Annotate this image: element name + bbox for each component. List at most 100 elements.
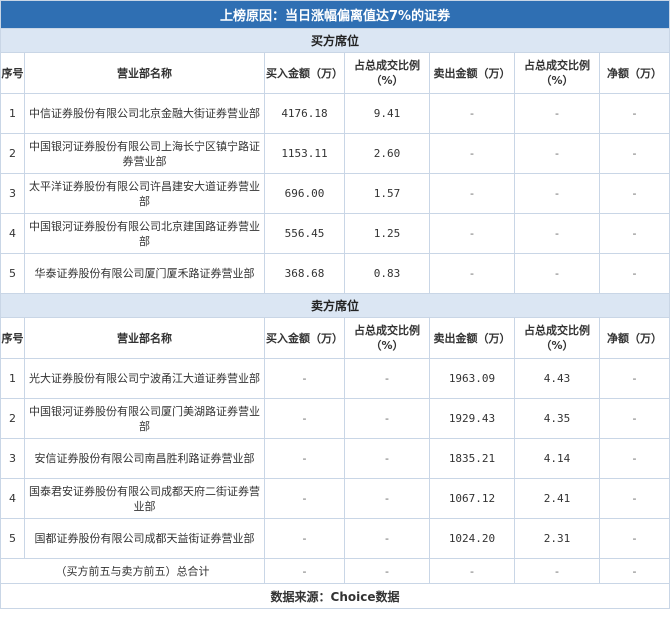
table-row: 4 国泰君安证券股份有限公司成都天府二街证券营业部 - - 1067.12 2.… <box>0 478 670 519</box>
row-sell-amount: - <box>429 133 515 174</box>
row-net: - <box>598 398 670 439</box>
row-net: - <box>598 93 670 134</box>
header-seq: 序号 <box>0 52 25 94</box>
header-sell-pct: 占总成交比例（%） <box>514 317 600 359</box>
total-net: - <box>598 558 670 584</box>
row-sell-amount: - <box>429 173 515 214</box>
row-branch-name: 中信证券股份有限公司北京金融大街证券营业部 <box>24 93 265 134</box>
row-branch-name: 中国银河证券股份有限公司上海长宁区镇宁路证券营业部 <box>24 133 265 174</box>
row-sell-amount: - <box>429 93 515 134</box>
row-branch-name: 太平洋证券股份有限公司许昌建安大道证券营业部 <box>24 173 265 214</box>
row-buy-pct: - <box>344 478 430 519</box>
buy-column-headers: 序号 营业部名称 买入金额（万） 占总成交比例（%） 卖出金额（万） 占总成交比… <box>0 52 670 94</box>
header-net: 净额（万） <box>598 52 670 94</box>
header-net: 净额（万） <box>598 317 670 359</box>
total-sell-pct: - <box>514 558 600 584</box>
row-buy-amount: - <box>264 438 345 479</box>
row-buy-pct: 0.83 <box>344 253 430 294</box>
header-seq: 序号 <box>0 317 25 359</box>
row-net: - <box>598 438 670 479</box>
buy-section-header: 买方席位 <box>0 28 670 53</box>
row-seq: 5 <box>0 253 25 294</box>
sell-column-headers: 序号 营业部名称 买入金额（万） 占总成交比例（%） 卖出金额（万） 占总成交比… <box>0 317 670 359</box>
row-sell-amount: 1024.20 <box>429 518 515 559</box>
row-net: - <box>598 518 670 559</box>
row-sell-pct: 4.35 <box>514 398 600 439</box>
row-branch-name: 中国银河证券股份有限公司厦门美湖路证券营业部 <box>24 398 265 439</box>
row-buy-amount: 4176.18 <box>264 93 345 134</box>
header-buy-pct: 占总成交比例（%） <box>344 52 430 94</box>
row-seq: 2 <box>0 133 25 174</box>
table-row: 3 安信证券股份有限公司南昌胜利路证券营业部 - - 1835.21 4.14 … <box>0 438 670 479</box>
header-sell: 卖出金额（万） <box>429 317 515 359</box>
row-buy-amount: - <box>264 398 345 439</box>
row-sell-pct: - <box>514 93 600 134</box>
row-branch-name: 安信证券股份有限公司南昌胜利路证券营业部 <box>24 438 265 479</box>
row-buy-amount: 1153.11 <box>264 133 345 174</box>
header-sell: 卖出金额（万） <box>429 52 515 94</box>
table-row: 5 华泰证券股份有限公司厦门厦禾路证券营业部 368.68 0.83 - - - <box>0 253 670 294</box>
row-buy-amount: 368.68 <box>264 253 345 294</box>
row-net: - <box>598 253 670 294</box>
row-sell-amount: 1929.43 <box>429 398 515 439</box>
row-buy-amount: 696.00 <box>264 173 345 214</box>
table-row: 4 中国银河证券股份有限公司北京建国路证券营业部 556.45 1.25 - -… <box>0 213 670 254</box>
row-seq: 5 <box>0 518 25 559</box>
row-sell-amount: 1067.12 <box>429 478 515 519</box>
row-seq: 1 <box>0 358 25 399</box>
total-label: （买方前五与卖方前五）总合计 <box>0 558 265 584</box>
table-row: 2 中国银河证券股份有限公司厦门美湖路证券营业部 - - 1929.43 4.3… <box>0 398 670 439</box>
row-sell-amount: 1835.21 <box>429 438 515 479</box>
row-buy-amount: - <box>264 518 345 559</box>
row-buy-pct: - <box>344 438 430 479</box>
row-branch-name: 中国银河证券股份有限公司北京建国路证券营业部 <box>24 213 265 254</box>
row-sell-pct: - <box>514 173 600 214</box>
row-sell-pct: 2.41 <box>514 478 600 519</box>
row-buy-pct: 2.60 <box>344 133 430 174</box>
row-buy-amount: - <box>264 478 345 519</box>
row-buy-pct: 1.25 <box>344 213 430 254</box>
row-sell-amount: - <box>429 253 515 294</box>
row-branch-name: 华泰证券股份有限公司厦门厦禾路证券营业部 <box>24 253 265 294</box>
row-sell-pct: 4.14 <box>514 438 600 479</box>
row-buy-amount: - <box>264 358 345 399</box>
row-seq: 1 <box>0 93 25 134</box>
row-net: - <box>598 173 670 214</box>
row-seq: 3 <box>0 438 25 479</box>
row-sell-pct: - <box>514 133 600 174</box>
row-buy-pct: - <box>344 518 430 559</box>
header-buy: 买入金额（万） <box>264 52 345 94</box>
row-sell-pct: - <box>514 253 600 294</box>
data-source-footer: 数据来源：Choice数据 <box>0 583 670 609</box>
row-seq: 2 <box>0 398 25 439</box>
table-row: 3 太平洋证券股份有限公司许昌建安大道证券营业部 696.00 1.57 - -… <box>0 173 670 214</box>
sell-section-header: 卖方席位 <box>0 293 670 318</box>
total-row: （买方前五与卖方前五）总合计 - - - - - <box>0 558 670 584</box>
header-name: 营业部名称 <box>24 317 265 359</box>
total-buy: - <box>264 558 345 584</box>
table-row: 1 光大证券股份有限公司宁波甬江大道证券营业部 - - 1963.09 4.43… <box>0 358 670 399</box>
row-sell-amount: 1963.09 <box>429 358 515 399</box>
row-sell-pct: 2.31 <box>514 518 600 559</box>
header-buy: 买入金额（万） <box>264 317 345 359</box>
row-branch-name: 国泰君安证券股份有限公司成都天府二街证券营业部 <box>24 478 265 519</box>
table-row: 5 国都证券股份有限公司成都天益街证券营业部 - - 1024.20 2.31 … <box>0 518 670 559</box>
row-sell-pct: - <box>514 213 600 254</box>
row-seq: 4 <box>0 478 25 519</box>
row-branch-name: 光大证券股份有限公司宁波甬江大道证券营业部 <box>24 358 265 399</box>
dragon-tiger-table: 上榜原因：当日涨幅偏离值达7%的证券 买方席位 序号 营业部名称 买入金额（万）… <box>0 0 670 609</box>
row-net: - <box>598 478 670 519</box>
row-net: - <box>598 358 670 399</box>
table-row: 2 中国银河证券股份有限公司上海长宁区镇宁路证券营业部 1153.11 2.60… <box>0 133 670 174</box>
table-title: 上榜原因：当日涨幅偏离值达7%的证券 <box>0 0 670 29</box>
row-branch-name: 国都证券股份有限公司成都天益街证券营业部 <box>24 518 265 559</box>
row-sell-amount: - <box>429 213 515 254</box>
row-buy-pct: 9.41 <box>344 93 430 134</box>
row-buy-pct: 1.57 <box>344 173 430 214</box>
row-buy-amount: 556.45 <box>264 213 345 254</box>
lhb-table-container: 上榜原因：当日涨幅偏离值达7%的证券 买方席位 序号 营业部名称 买入金额（万）… <box>0 0 670 623</box>
row-seq: 4 <box>0 213 25 254</box>
header-sell-pct: 占总成交比例（%） <box>514 52 600 94</box>
row-seq: 3 <box>0 173 25 214</box>
total-buy-pct: - <box>344 558 430 584</box>
